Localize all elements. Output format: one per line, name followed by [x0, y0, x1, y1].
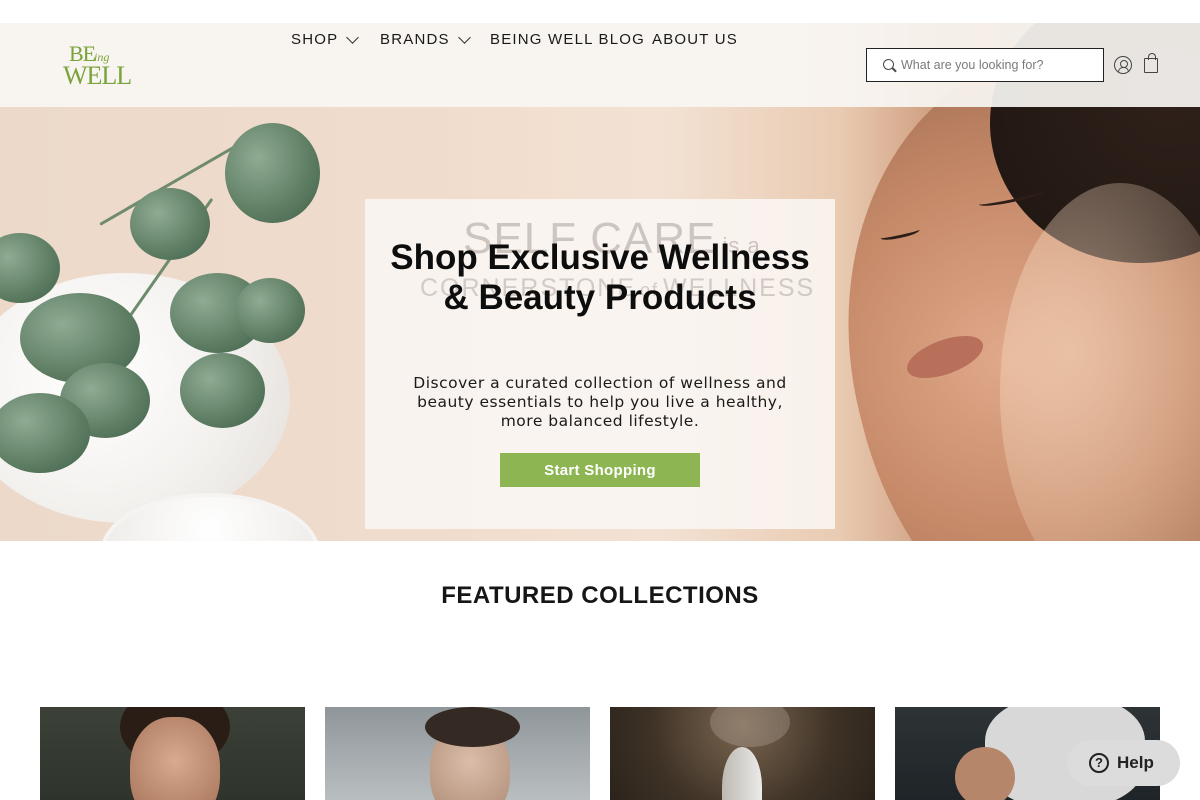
site-logo[interactable]: BE ing WELL: [63, 41, 133, 90]
start-shopping-button[interactable]: Start Shopping: [500, 453, 700, 487]
help-label: Help: [1117, 753, 1154, 772]
hero-subtitle: Discover a curated collection of wellnes…: [413, 374, 787, 430]
nav-item-blog[interactable]: BEING WELL BLOG: [490, 31, 645, 48]
eucalyptus-leaf: [235, 278, 305, 343]
card-image: [722, 747, 762, 800]
nav-item-about[interactable]: ABOUT US: [652, 31, 738, 48]
card-image: [710, 707, 790, 747]
nav-item-label: BEING WELL BLOG: [490, 31, 645, 48]
chevron-down-icon: [346, 30, 360, 44]
chevron-down-icon: [457, 30, 471, 44]
user-icon[interactable]: [1114, 56, 1132, 74]
eucalyptus-leaf: [225, 123, 320, 223]
search-input[interactable]: [901, 55, 1096, 75]
collection-card[interactable]: [610, 707, 875, 800]
nav-item-brands[interactable]: BRANDS: [380, 30, 471, 48]
search-icon[interactable]: [883, 59, 894, 70]
card-image: [425, 707, 520, 747]
collection-card[interactable]: [40, 707, 305, 800]
announcement-strip: [0, 0, 1200, 23]
eucalyptus-leaf: [180, 353, 265, 428]
eucalyptus-leaf: [130, 188, 210, 260]
card-image: [130, 717, 220, 800]
nav-item-label: BRANDS: [380, 31, 450, 48]
nav-item-label: SHOP: [291, 31, 339, 48]
question-mark-icon: ?: [1089, 753, 1109, 773]
search-box: [866, 48, 1104, 82]
help-button[interactable]: ? Help: [1067, 740, 1180, 786]
collection-card[interactable]: [325, 707, 590, 800]
nav-item-shop[interactable]: SHOP: [291, 30, 360, 48]
card-image: [955, 747, 1015, 800]
shopping-bag-icon[interactable]: [1144, 53, 1158, 73]
nav-item-label: ABOUT US: [652, 31, 739, 48]
featured-collections-heading: FEATURED COLLECTIONS: [441, 582, 759, 609]
logo-text: WELL: [63, 61, 132, 90]
hero-title: Shop Exclusive Wellness & Beauty Product…: [390, 238, 810, 317]
